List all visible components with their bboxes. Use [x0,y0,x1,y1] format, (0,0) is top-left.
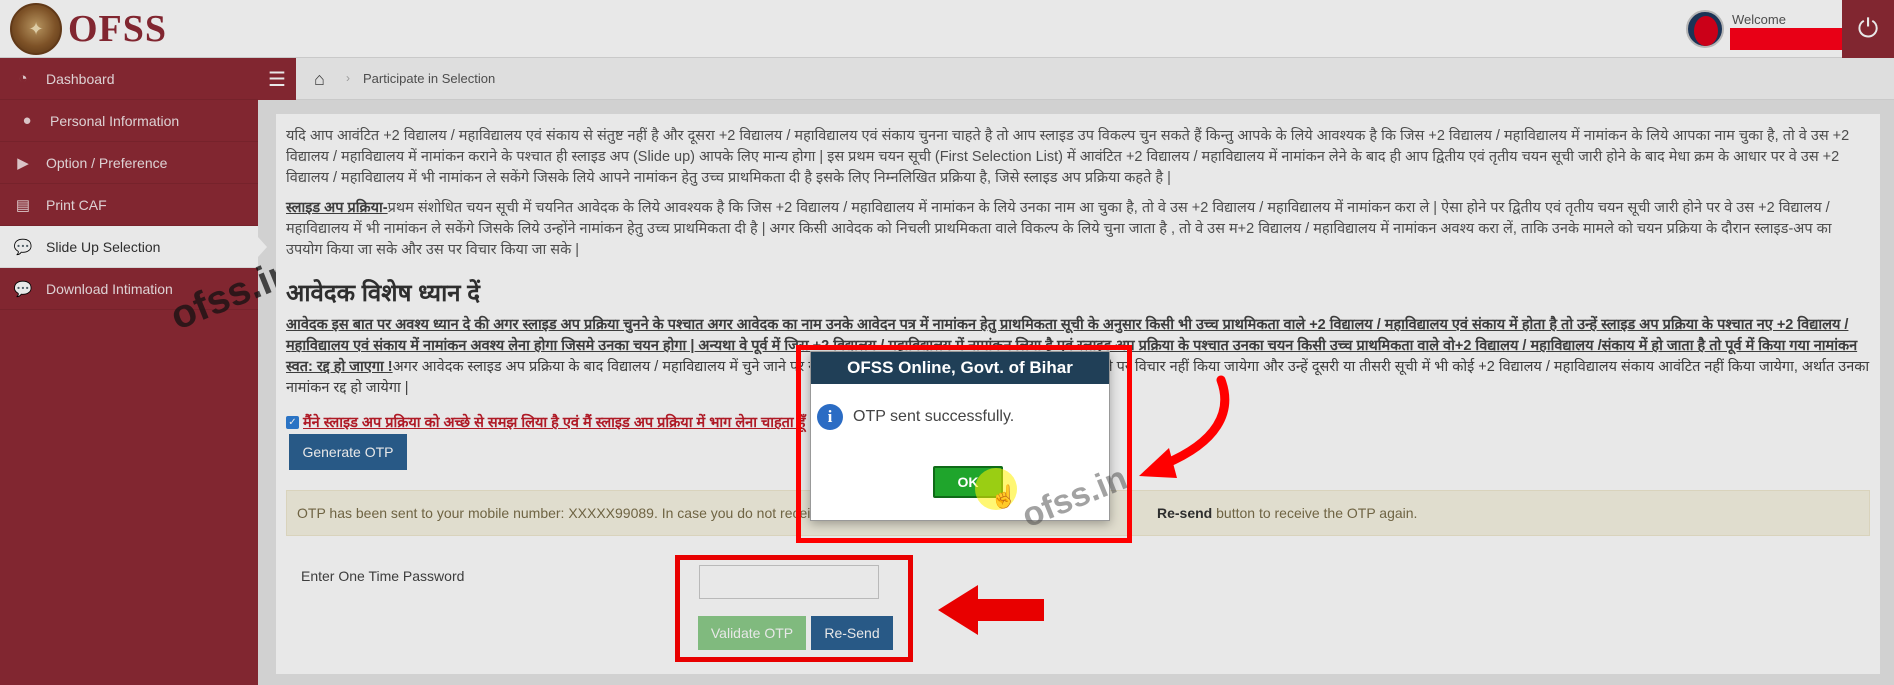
hand-cursor-icon: ☝ [990,484,1018,509]
dialog-message: OTP sent successfully. [853,408,1015,425]
dialog-body: i OTP sent successfully. [817,404,1014,430]
info-icon: i [817,404,843,430]
modal-overlay [0,0,1894,685]
dialog-title: OFSS Online, Govt. of Bihar [811,352,1109,384]
red-curved-arrow-icon [1139,375,1230,478]
